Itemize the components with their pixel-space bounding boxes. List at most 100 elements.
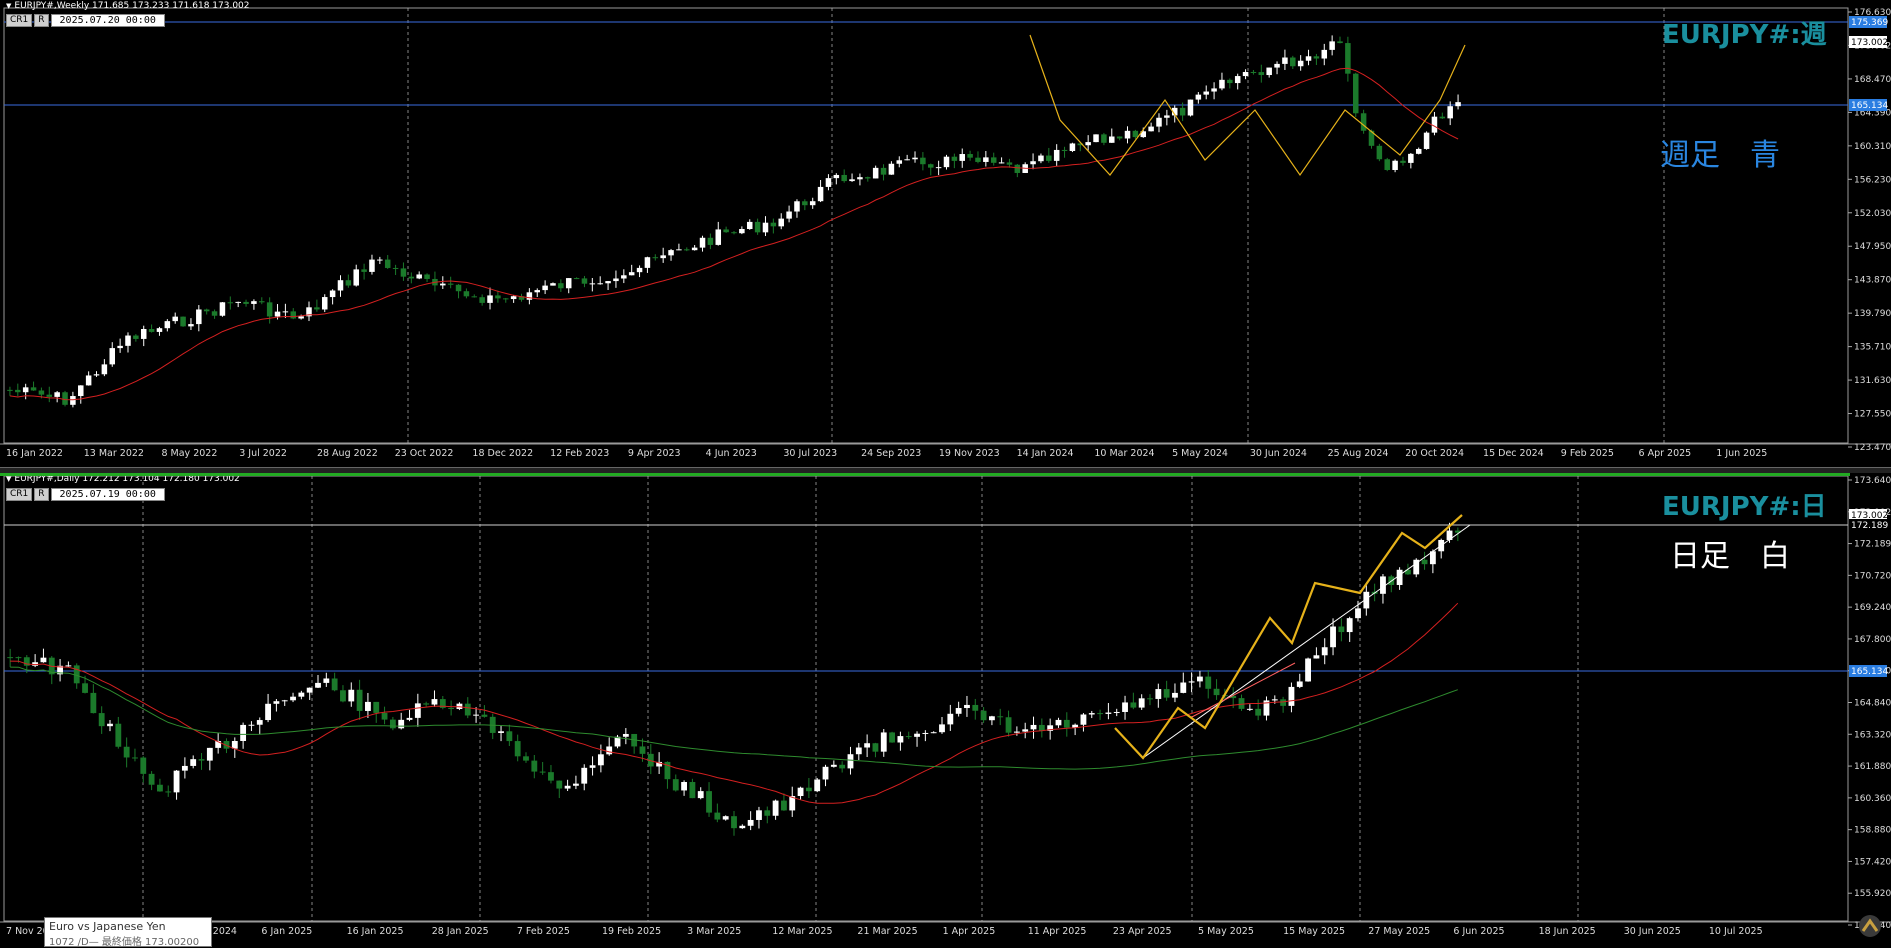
date-tick-label: 3 Jul 2022 bbox=[239, 448, 287, 459]
candle-body bbox=[1113, 711, 1120, 713]
candle-body bbox=[1155, 689, 1162, 699]
daily-symbol-label: EURJPY#:日 bbox=[1662, 492, 1827, 522]
date-tick-label: 16 Jan 2025 bbox=[347, 926, 404, 937]
date-tick-label: 18 Jun 2025 bbox=[1539, 926, 1596, 937]
candle-body bbox=[15, 657, 22, 659]
candle-body bbox=[802, 201, 808, 206]
price-tick-label: 143.870 bbox=[1854, 276, 1891, 286]
candle-body bbox=[896, 160, 903, 164]
candle-body bbox=[723, 229, 729, 233]
candle-body bbox=[1439, 116, 1446, 119]
candle-body bbox=[78, 385, 84, 397]
candle-body bbox=[636, 267, 643, 273]
candle-body bbox=[1116, 136, 1123, 139]
candle-body bbox=[133, 335, 139, 339]
collapse-triangle-icon[interactable]: ▼ bbox=[6, 475, 11, 483]
candle-body bbox=[315, 682, 321, 688]
candle-body bbox=[1030, 724, 1037, 730]
candle-body bbox=[281, 700, 288, 702]
candle-body bbox=[914, 733, 920, 737]
price-tick-label: 157.420 bbox=[1854, 857, 1891, 867]
candle-body bbox=[839, 764, 846, 769]
daily-chart-canvas[interactable]: 173.640173.002172.189170.720169.240167.8… bbox=[0, 473, 1891, 943]
weekly-badges: CR1 R 2025.07.20 00:00 bbox=[6, 14, 165, 27]
candle-body bbox=[825, 178, 832, 187]
date-tick-label: 15 Dec 2024 bbox=[1483, 448, 1544, 459]
weekly-datetime-box[interactable]: 2025.07.20 00:00 bbox=[50, 14, 165, 27]
collapse-triangle-icon[interactable]: ▼ bbox=[6, 2, 11, 10]
candle-body bbox=[606, 746, 613, 755]
r-badge[interactable]: R bbox=[34, 14, 49, 27]
daily-chart-pane[interactable]: 173.640173.002172.189170.720169.240167.8… bbox=[0, 473, 1891, 943]
candle-body bbox=[487, 295, 493, 303]
candle-body bbox=[797, 787, 804, 797]
candle-body bbox=[1455, 102, 1461, 107]
candle-body bbox=[1329, 41, 1335, 50]
candle-body bbox=[1097, 713, 1103, 715]
candle-body bbox=[82, 683, 88, 693]
cr1-badge[interactable]: CR1 bbox=[6, 488, 33, 501]
candle-body bbox=[706, 791, 712, 813]
price-tick-label: 161.880 bbox=[1854, 762, 1891, 772]
candle-body bbox=[7, 389, 13, 391]
tooltip-price: 1072 /D— 最終価格 173.00200 bbox=[49, 937, 200, 948]
weekly-chart-canvas[interactable]: 176.630173.002168.470164.390160.310156.2… bbox=[0, 0, 1891, 467]
candle-body bbox=[140, 757, 147, 774]
candle-body bbox=[1321, 647, 1328, 656]
candle-body bbox=[400, 268, 407, 277]
weekly-chart-pane[interactable]: 176.630173.002168.470164.390160.310156.2… bbox=[0, 0, 1891, 467]
price-tick-label: 139.790 bbox=[1854, 309, 1891, 319]
candle-body bbox=[1346, 618, 1353, 633]
date-tick-label: 20 Oct 2024 bbox=[1405, 448, 1464, 459]
candle-body bbox=[22, 387, 29, 393]
daily-datetime-box[interactable]: 2025.07.19 00:00 bbox=[50, 488, 165, 501]
candle-body bbox=[1101, 134, 1107, 143]
resize-grip-icon[interactable] bbox=[1855, 913, 1885, 939]
candle-body bbox=[1195, 94, 1202, 100]
candle-body bbox=[431, 699, 438, 705]
candle-body bbox=[715, 229, 722, 245]
candle-body bbox=[1085, 142, 1091, 146]
candle-body bbox=[1188, 681, 1195, 683]
price-tick-label: 160.360 bbox=[1854, 794, 1891, 804]
candle-body bbox=[173, 770, 180, 793]
candle-body bbox=[904, 159, 910, 161]
candle-body bbox=[1355, 608, 1361, 619]
candle-body bbox=[1282, 57, 1288, 64]
date-tick-label: 11 Apr 2025 bbox=[1028, 926, 1087, 937]
candle-body bbox=[392, 267, 399, 269]
candle-body bbox=[1313, 56, 1320, 59]
candle-body bbox=[539, 771, 546, 773]
candle-body bbox=[833, 174, 840, 179]
candle-body bbox=[365, 701, 371, 711]
candle-body bbox=[282, 311, 289, 313]
price-tick-label: 156.230 bbox=[1854, 175, 1891, 185]
candle-body bbox=[188, 324, 194, 327]
candle-body bbox=[1038, 724, 1045, 731]
candle-body bbox=[523, 756, 529, 761]
candle-body bbox=[123, 746, 130, 758]
date-tick-label: 3 Mar 2025 bbox=[687, 926, 741, 937]
candle-body bbox=[1296, 681, 1303, 687]
candle-body bbox=[514, 741, 521, 757]
candle-body bbox=[1203, 91, 1209, 95]
cr1-badge[interactable]: CR1 bbox=[6, 14, 33, 27]
date-tick-label: 23 Oct 2022 bbox=[395, 448, 454, 459]
candle-body bbox=[622, 733, 629, 737]
candle-body bbox=[1124, 130, 1131, 139]
candle-body bbox=[1288, 686, 1295, 706]
candle-body bbox=[481, 714, 488, 717]
candle-body bbox=[290, 696, 296, 701]
candle-body bbox=[377, 259, 383, 261]
candle-body bbox=[531, 760, 538, 772]
candle-body bbox=[1069, 143, 1076, 151]
candle-body bbox=[589, 765, 596, 768]
candle-body bbox=[290, 311, 297, 319]
r-badge[interactable]: R bbox=[34, 488, 49, 501]
candle-body bbox=[1258, 72, 1265, 76]
candle-body bbox=[172, 316, 178, 322]
date-tick-label: 27 May 2025 bbox=[1368, 926, 1430, 937]
candle-body bbox=[65, 665, 72, 667]
moving-average-line bbox=[10, 666, 1458, 770]
candle-body bbox=[1297, 60, 1304, 67]
